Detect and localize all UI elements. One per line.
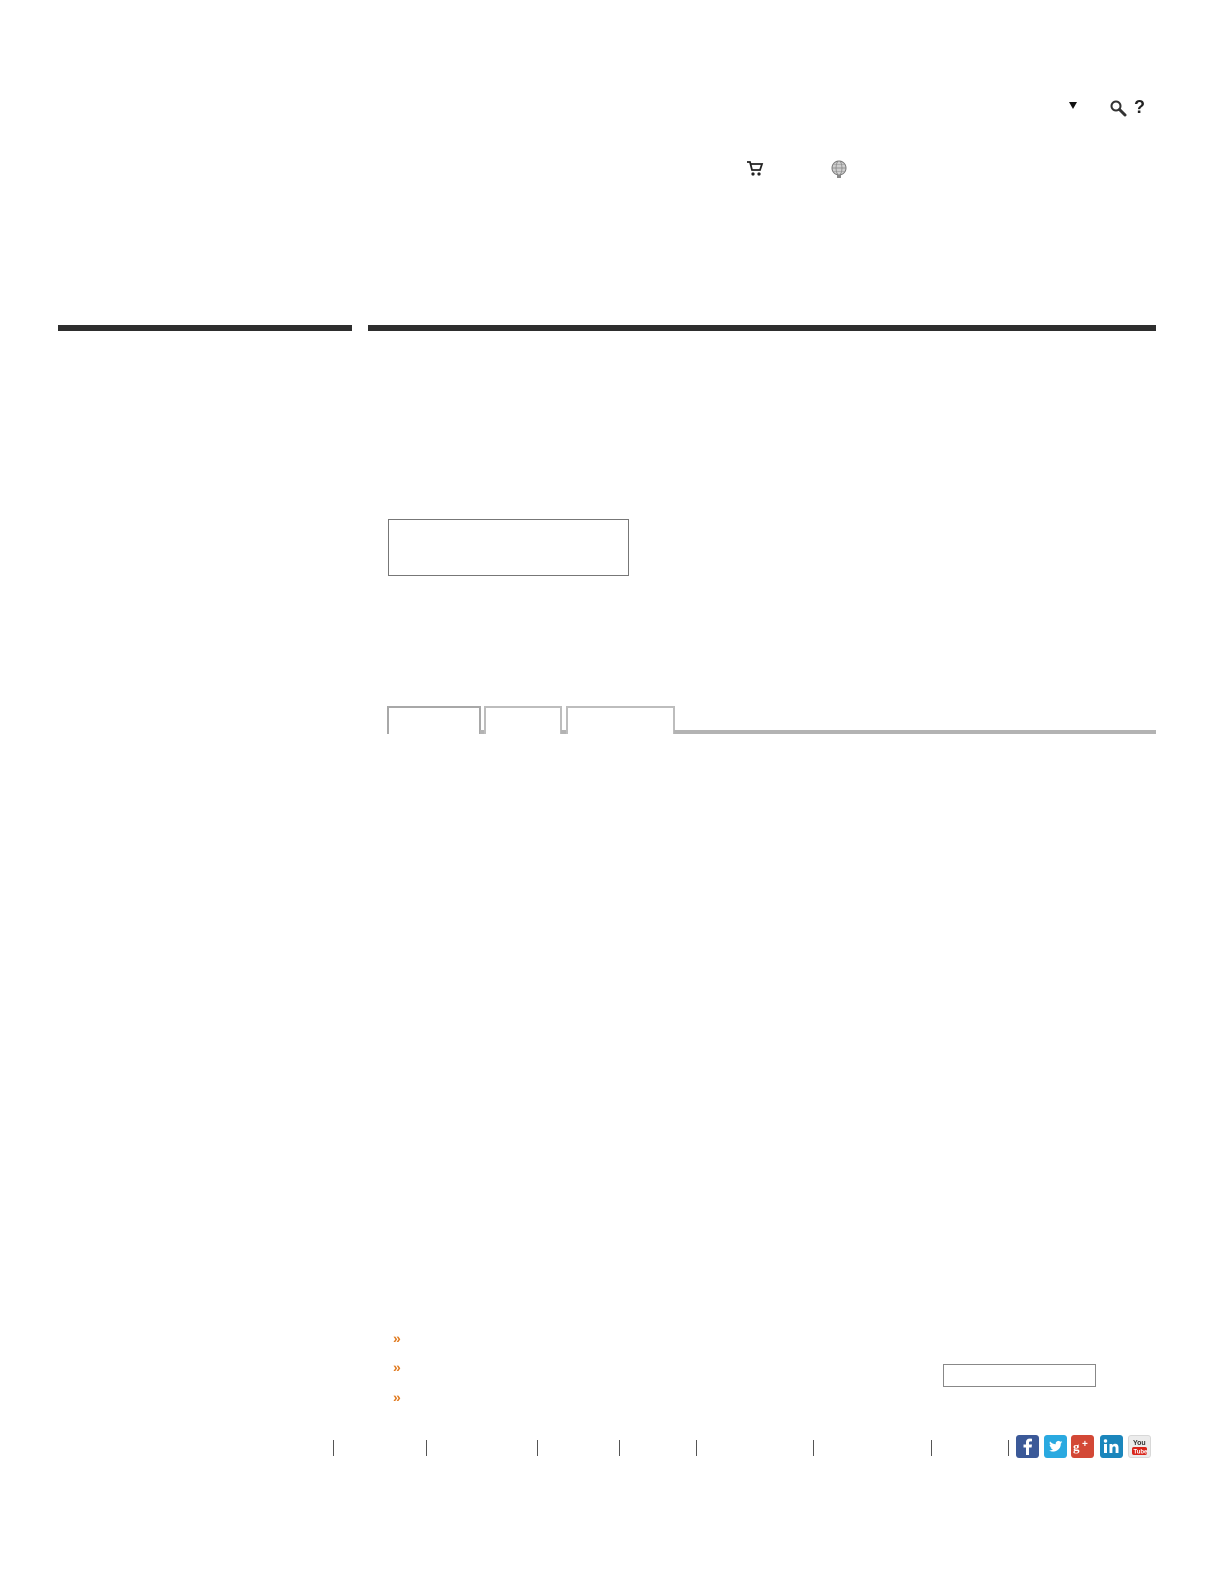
svg-text:You: You [1133,1440,1146,1447]
svg-text:g: g [1073,1439,1080,1454]
chevron-double-right-icon: » [393,1330,401,1346]
footer-separator [619,1440,620,1456]
tab-2[interactable] [484,706,562,734]
cart-icon [747,161,764,176]
footer-search-input[interactable] [943,1364,1096,1387]
language-dropdown[interactable] [1068,100,1080,112]
facebook-icon [1023,1438,1032,1455]
googleplus-link[interactable]: g + [1071,1435,1094,1458]
region-link[interactable] [830,159,848,179]
footer-separator [931,1440,932,1456]
footer-separator [333,1440,334,1456]
search-button[interactable] [1109,99,1127,117]
facebook-link[interactable] [1016,1435,1039,1458]
chevron-double-right-icon: » [393,1389,401,1405]
link-item[interactable]: » [393,1331,593,1347]
svg-text:Tube: Tube [1134,1450,1149,1456]
search-icon [1110,100,1127,117]
link-item[interactable]: » [393,1360,593,1376]
linkedin-icon [1103,1439,1119,1453]
twitter-icon [1049,1440,1063,1452]
tab-strip-rule [674,730,1156,734]
link-item[interactable]: » [393,1390,593,1406]
footer-separator [537,1440,538,1456]
twitter-link[interactable] [1044,1435,1067,1458]
tab-3[interactable] [566,706,675,734]
footer-separator [696,1440,697,1456]
sidebar-rule [58,325,352,331]
question-icon: ? [1134,97,1145,117]
tab-1[interactable] [387,706,481,734]
svg-text:+: + [1082,1439,1088,1450]
googleplus-icon: g + [1073,1439,1088,1454]
youtube-link[interactable]: You Tube [1128,1435,1151,1458]
chevron-double-right-icon: » [393,1359,401,1375]
footer-separator [1008,1440,1009,1456]
youtube-icon: You Tube [1132,1440,1149,1456]
footer-separator [426,1440,427,1456]
main-input[interactable] [388,519,629,576]
cart-link[interactable] [746,159,764,177]
help-button[interactable]: ? [1134,96,1150,118]
content-rule [368,325,1156,331]
globe-icon [831,160,847,178]
footer-separator [813,1440,814,1456]
triangle-down-icon [1069,102,1077,109]
linkedin-link[interactable] [1100,1435,1123,1458]
